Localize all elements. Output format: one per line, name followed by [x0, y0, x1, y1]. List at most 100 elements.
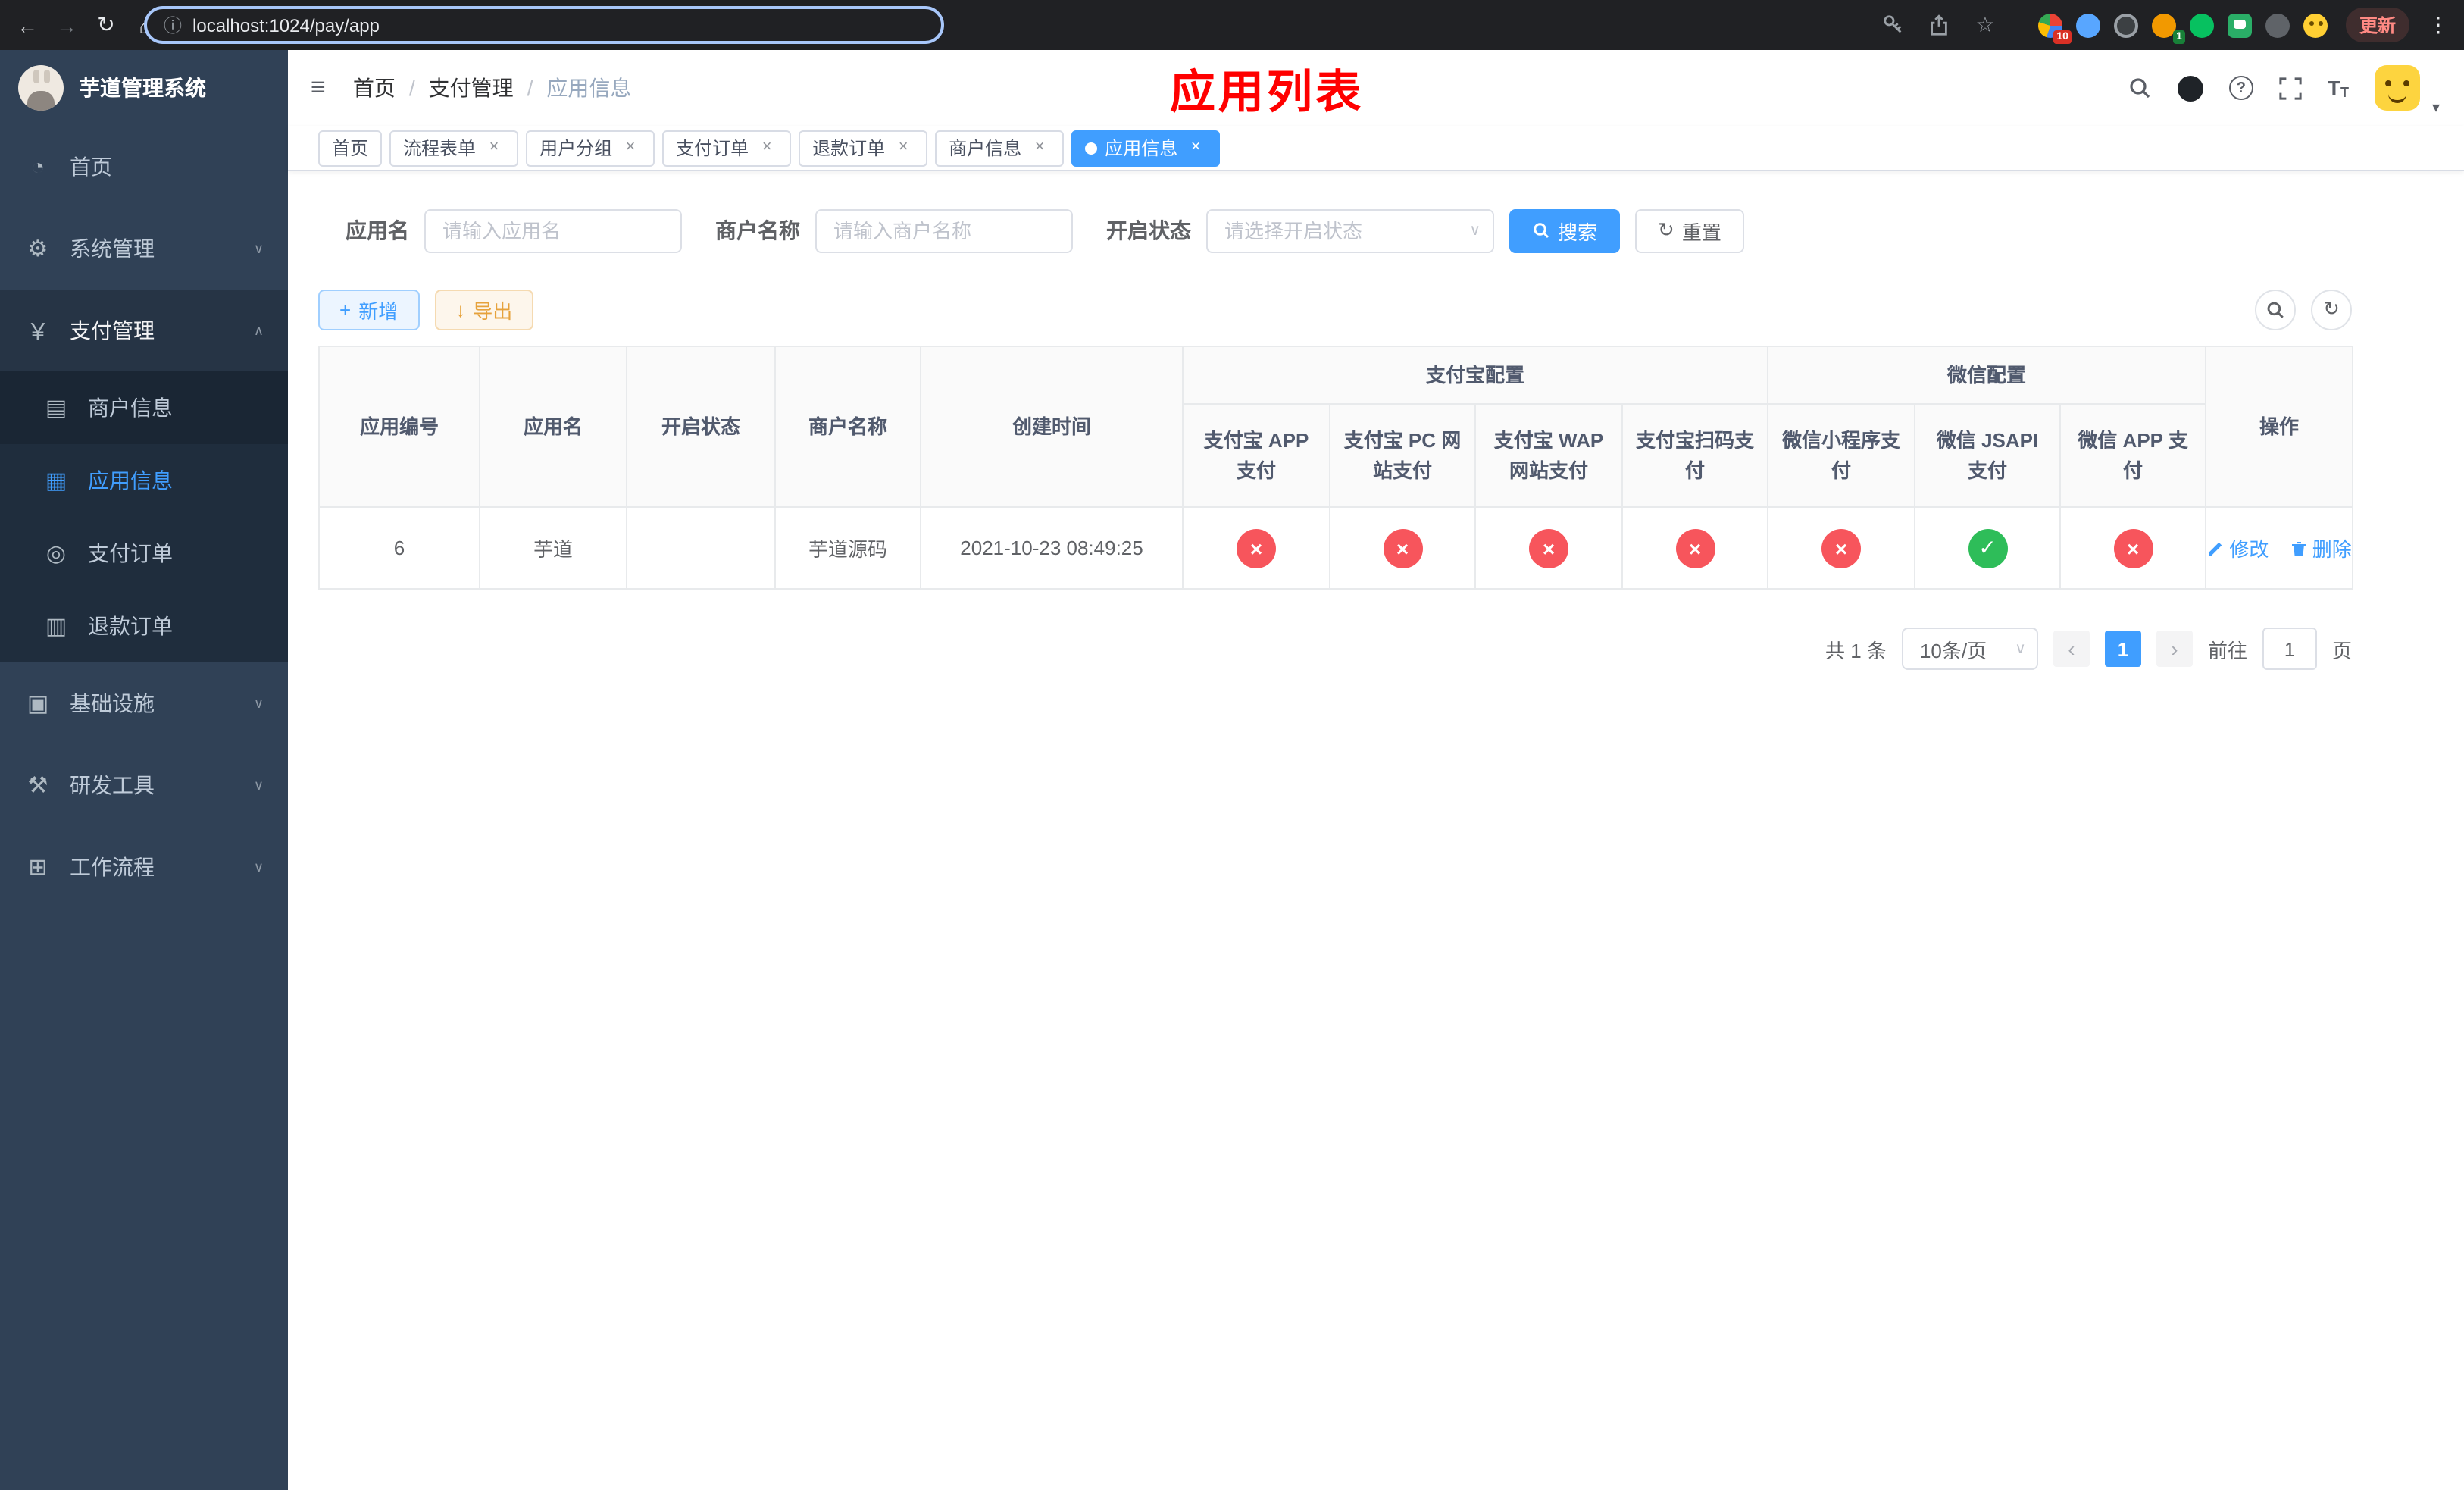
- table-row: 6 芋道 芋道源码 2021-10-23 08:49:25 × × × × × …: [318, 506, 2354, 590]
- sidebar-item-app-info[interactable]: ▦ 应用信息: [0, 444, 288, 517]
- password-key-icon[interactable]: [1881, 11, 1908, 39]
- tab-label: 应用信息: [1105, 138, 1178, 159]
- prev-page-button[interactable]: ‹: [2053, 631, 2090, 667]
- page-1-button[interactable]: 1: [2104, 631, 2141, 667]
- alipay-app-status-icon: ×: [1237, 528, 1276, 568]
- dashboard-icon: ◔: [30, 154, 45, 180]
- font-size-icon[interactable]: TT: [2328, 76, 2349, 100]
- sidebar-item-label: 系统管理: [70, 236, 155, 261]
- export-button[interactable]: ↓ 导出: [434, 289, 534, 330]
- app-logo: 芋道管理系统: [0, 50, 288, 126]
- close-icon[interactable]: ×: [1029, 137, 1050, 158]
- help-icon[interactable]: [2228, 76, 2253, 100]
- extension-icon-2[interactable]: [2075, 13, 2100, 37]
- edit-link[interactable]: 修改: [2206, 534, 2269, 562]
- search-button[interactable]: 搜索: [1509, 208, 1621, 252]
- sidebar-item-home[interactable]: ◔ 首页: [0, 126, 288, 208]
- filter-form: 应用名 商户名称 开启状态 ∨ 搜索 ↻ 重置: [346, 208, 1744, 253]
- extension-icon-6[interactable]: [2227, 13, 2252, 37]
- active-dot: [1085, 142, 1098, 154]
- fullscreen-icon[interactable]: [2279, 77, 2302, 99]
- address-bar[interactable]: ⓘ localhost:1024/pay/app: [144, 6, 944, 44]
- sidebar-item-dev-tools[interactable]: ⚒ 研发工具 ∨: [0, 744, 288, 826]
- sidebar-item-workflow[interactable]: ⊞ 工作流程 ∨: [0, 826, 288, 908]
- tools-icon: ⚒: [27, 773, 48, 799]
- next-page-button[interactable]: ›: [2156, 631, 2193, 667]
- col-group-wechat: 微信配置: [1767, 346, 2207, 405]
- order-icon: ◎: [45, 541, 67, 567]
- tab-home[interactable]: 首页: [318, 130, 383, 166]
- pagination: 共 1 条 ∨ ‹ 1 › 前往 页: [1825, 628, 2352, 670]
- extension-icon-8[interactable]: [2303, 13, 2328, 37]
- reset-button[interactable]: ↻ 重置: [1635, 208, 1744, 252]
- sidebar-item-payment[interactable]: ￥ 支付管理 ∧: [0, 290, 288, 371]
- sidebar-item-pay-orders[interactable]: ◎ 支付订单: [0, 517, 288, 590]
- extension-icon-4[interactable]: 1: [2151, 13, 2185, 43]
- table-tools: ↻: [2255, 289, 2352, 330]
- github-icon[interactable]: [2177, 75, 2203, 101]
- sidebar-item-label: 工作流程: [70, 855, 155, 879]
- tab-label: 商户信息: [949, 138, 1022, 159]
- breadcrumb-section[interactable]: 支付管理: [429, 73, 547, 103]
- browser-menu-icon[interactable]: ⋮: [2428, 12, 2449, 38]
- reset-button-label: 重置: [1681, 221, 1721, 243]
- tab-user-group[interactable]: 用户分组 ×: [526, 130, 655, 166]
- total-count: 共 1 条: [1825, 639, 1887, 662]
- tab-flow-form[interactable]: 流程表单 ×: [389, 130, 519, 166]
- sidebar-item-refund-orders[interactable]: ▥ 退款订单: [0, 590, 288, 662]
- close-icon[interactable]: ×: [1185, 137, 1206, 158]
- toggle-search-button[interactable]: [2255, 289, 2296, 330]
- flow-icon: ⊞: [28, 855, 48, 881]
- site-info-icon[interactable]: ⓘ: [164, 12, 182, 38]
- app-name-input[interactable]: [424, 208, 682, 252]
- sidebar-item-label: 支付管理: [70, 318, 155, 343]
- bookmark-star-icon[interactable]: ☆: [1972, 11, 1999, 39]
- close-icon[interactable]: ×: [893, 137, 914, 158]
- tab-pay-orders[interactable]: 支付订单 ×: [662, 130, 792, 166]
- chevron-down-icon: ∨: [253, 695, 264, 710]
- tab-app-info[interactable]: 应用信息 ×: [1071, 130, 1221, 166]
- close-icon[interactable]: ×: [756, 137, 777, 158]
- reload-icon[interactable]: ↻: [88, 7, 124, 43]
- close-icon[interactable]: ×: [483, 137, 505, 158]
- close-icon[interactable]: ×: [620, 137, 641, 158]
- back-icon[interactable]: ←: [9, 7, 45, 43]
- chevron-down-icon: ∨: [253, 859, 264, 874]
- tab-merchant-info[interactable]: 商户信息 ×: [935, 130, 1065, 166]
- extensions-row: 10 1: [2037, 13, 2328, 43]
- header-actions: TT ▾: [2128, 50, 2440, 126]
- chrome-update-button[interactable]: 更新: [2345, 8, 2409, 42]
- tab-refund-orders[interactable]: 退款订单 ×: [799, 130, 928, 166]
- refresh-table-button[interactable]: ↻: [2311, 289, 2352, 330]
- page-size-select[interactable]: ∨: [1901, 628, 2038, 670]
- breadcrumb-home[interactable]: 首页: [353, 73, 429, 103]
- sidebar-item-merchant-info[interactable]: ▤ 商户信息: [0, 371, 288, 444]
- merchant-name-input[interactable]: [815, 208, 1073, 252]
- extension-icon-5[interactable]: [2189, 13, 2214, 37]
- col-group-alipay: 支付宝配置: [1181, 346, 1769, 405]
- status-select-input[interactable]: [1206, 208, 1494, 252]
- forward-icon[interactable]: →: [48, 7, 85, 43]
- add-button[interactable]: + 新增: [318, 289, 420, 330]
- sidebar-item-label: 退款订单: [88, 614, 173, 638]
- extension-icon-7[interactable]: [2265, 13, 2290, 37]
- status-label: 开启状态: [1106, 218, 1191, 243]
- sidebar-item-infrastructure[interactable]: ▣ 基础设施 ∨: [0, 662, 288, 744]
- plus-icon: +: [339, 298, 352, 321]
- sidebar-item-label: 商户信息: [88, 396, 173, 420]
- breadcrumb-current: 应用信息: [546, 76, 632, 100]
- sidebar-item-system[interactable]: ⚙ 系统管理 ∨: [0, 208, 288, 290]
- goto-page-input[interactable]: [2262, 628, 2317, 670]
- collapse-menu-icon[interactable]: ≡: [311, 73, 326, 103]
- extension-icon-3[interactable]: [2113, 13, 2138, 37]
- add-button-label: 新增: [358, 299, 399, 322]
- avatar[interactable]: [2374, 65, 2420, 111]
- share-icon[interactable]: [1926, 11, 1953, 39]
- col-created: 创建时间: [920, 346, 1184, 508]
- search-icon[interactable]: [2128, 76, 2152, 100]
- status-select[interactable]: ∨: [1206, 208, 1494, 252]
- edit-label: 修改: [2229, 538, 2269, 561]
- delete-link[interactable]: 删除: [2290, 534, 2352, 562]
- extension-icon-1[interactable]: 10: [2037, 13, 2072, 43]
- app-name-label: 应用名: [346, 218, 409, 243]
